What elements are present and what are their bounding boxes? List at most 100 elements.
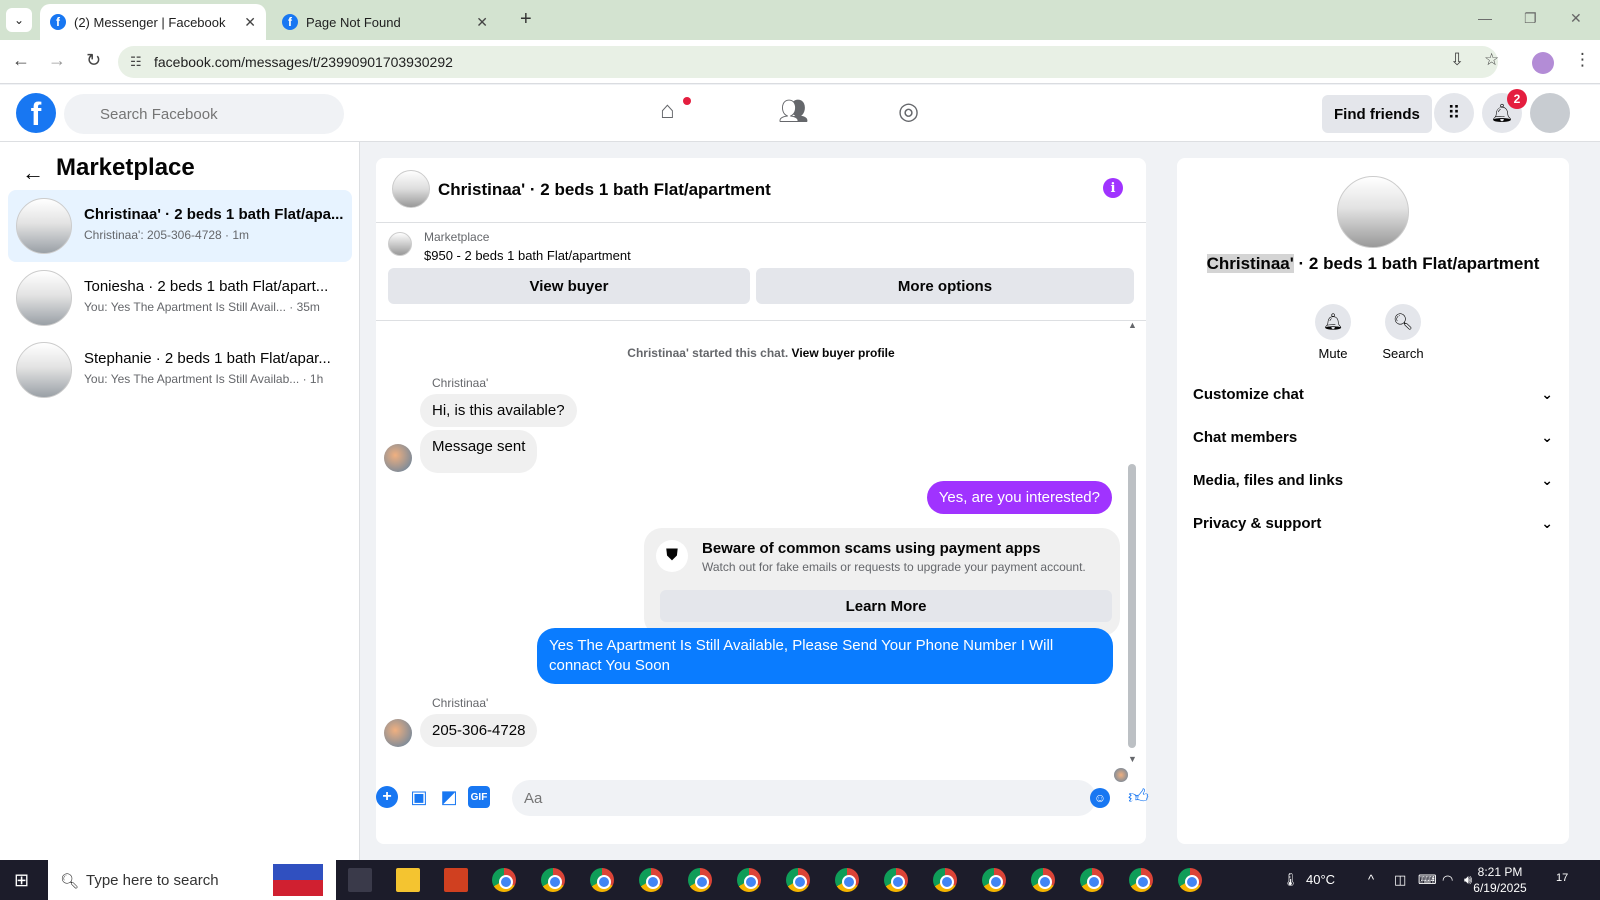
menu-grid-icon[interactable]: ⠿ <box>1434 93 1474 133</box>
language-icon[interactable]: ⌨︎ <box>1418 872 1437 888</box>
chevron-up-icon[interactable]: ^ <box>1368 872 1374 887</box>
weather-icon[interactable]: 🌡︎ <box>1282 872 1299 888</box>
facebook-favicon-icon: f <box>282 14 298 30</box>
view-buyer-profile-link[interactable]: View buyer profile <box>792 346 895 360</box>
back-arrow-icon[interactable]: ← <box>12 50 30 71</box>
gif-icon[interactable]: GIF <box>468 786 490 808</box>
listing-thumbnail <box>16 198 72 254</box>
mute-button[interactable]: 🔔︎ Mute <box>1303 304 1363 361</box>
conversation-item[interactable]: Christinaa' · 2 beds 1 bath Flat/apa... … <box>8 190 352 262</box>
view-buyer-button[interactable]: View buyer <box>388 268 750 304</box>
scroll-down-arrow-icon[interactable]: ▼ <box>1128 754 1137 764</box>
section-label: Chat members <box>1193 428 1298 446</box>
conversation-preview: You: Yes The Apartment Is Still Availab.… <box>84 372 324 386</box>
privacy-support-row[interactable]: Privacy & support ⌄ <box>1193 503 1553 543</box>
warning-subtitle: Watch out for fake emails or requests to… <box>702 560 1086 574</box>
listing-avatar[interactable] <box>1337 176 1409 248</box>
home-icon[interactable]: ⌂ <box>660 97 675 125</box>
customize-chat-row[interactable]: Customize chat ⌄ <box>1193 374 1553 414</box>
chrome-icon[interactable] <box>933 868 957 892</box>
app-icon[interactable] <box>444 868 468 892</box>
chat-members-row[interactable]: Chat members ⌄ <box>1193 417 1553 457</box>
plus-icon[interactable]: + <box>376 786 398 808</box>
facebook-logo-icon[interactable]: f <box>16 93 56 133</box>
sidebar-title: Marketplace <box>56 154 195 181</box>
notification-center-count[interactable]: 17 <box>1556 872 1568 884</box>
home-notification-dot <box>683 97 691 105</box>
wifi-icon[interactable]: ◠ <box>1442 872 1453 888</box>
chrome-icon[interactable] <box>639 868 663 892</box>
close-window-button[interactable]: ✕ <box>1570 10 1582 27</box>
temperature-text[interactable]: 40°C <box>1306 872 1335 887</box>
chrome-icon[interactable] <box>590 868 614 892</box>
restore-button[interactable]: ❐ <box>1524 10 1537 27</box>
close-tab-icon[interactable]: ✕ <box>244 14 256 31</box>
conversation-name: Christinaa' · 2 beds 1 bath Flat/apa... <box>84 206 344 223</box>
listing-thumbnail <box>16 270 72 326</box>
browser-toolbar: ← → ↻ ☷ facebook.com/messages/t/23990901… <box>0 40 1600 84</box>
learn-more-button[interactable]: Learn More <box>660 590 1112 622</box>
section-label: Media, files and links <box>1193 471 1344 489</box>
conversation-item[interactable]: Toniesha · 2 beds 1 bath Flat/apart... Y… <box>8 262 352 334</box>
chrome-icon[interactable] <box>688 868 712 892</box>
friends-icon[interactable]: 👥︎ <box>778 97 808 126</box>
file-explorer-icon[interactable] <box>396 868 420 892</box>
new-tab-button[interactable]: + <box>520 8 532 31</box>
chat-scrollbar[interactable] <box>1128 464 1136 748</box>
photo-icon[interactable]: ▣ <box>408 786 430 808</box>
thumbs-up-icon[interactable]: 👍︎ <box>1128 785 1149 809</box>
task-view-icon[interactable] <box>348 868 372 892</box>
address-bar[interactable]: ☷ facebook.com/messages/t/23990901703930… <box>118 46 1498 78</box>
tab-title: (2) Messenger | Facebook <box>74 14 226 30</box>
forward-arrow-icon[interactable]: → <box>48 50 66 71</box>
tab-search-button[interactable]: ⌄ <box>6 8 32 32</box>
chrome-profile-avatar[interactable] <box>1532 52 1554 74</box>
install-app-icon[interactable]: ⇩ <box>1450 50 1464 70</box>
chrome-icon[interactable] <box>1031 868 1055 892</box>
reload-icon[interactable]: ↻ <box>86 50 101 71</box>
conversation-item[interactable]: Stephanie · 2 beds 1 bath Flat/apar... Y… <box>8 334 352 406</box>
message-input[interactable] <box>512 780 1096 816</box>
scroll-up-arrow-icon[interactable]: ▲ <box>1128 320 1137 330</box>
system-clock[interactable]: 8:21 PM 6/19/2025 <box>1460 864 1540 896</box>
account-avatar[interactable] <box>1530 93 1570 133</box>
network-icon[interactable]: ◫ <box>1394 872 1406 888</box>
facebook-search-input[interactable] <box>64 94 344 134</box>
find-friends-button[interactable]: Find friends <box>1322 95 1432 133</box>
tab-page-not-found[interactable]: f Page Not Found ✕ <box>272 4 498 40</box>
conversation-name: Toniesha · 2 beds 1 bath Flat/apart... <box>84 278 329 295</box>
minimize-button[interactable]: — <box>1478 10 1492 26</box>
chrome-icon[interactable] <box>541 868 565 892</box>
chrome-icon[interactable] <box>1178 868 1202 892</box>
info-icon[interactable]: i <box>1103 178 1123 198</box>
sticker-icon[interactable]: ◩ <box>438 786 460 808</box>
chat-avatar[interactable] <box>392 170 430 208</box>
windows-start-icon[interactable]: ⊞ <box>14 870 29 891</box>
groups-icon[interactable]: ◎ <box>898 97 919 126</box>
chrome-menu-icon[interactable]: ⋮ <box>1574 50 1591 70</box>
media-files-links-row[interactable]: Media, files and links ⌄ <box>1193 460 1553 500</box>
tab-messenger[interactable]: f (2) Messenger | Facebook ✕ <box>40 4 266 40</box>
chat-title[interactable]: Christinaa' · 2 beds 1 bath Flat/apartme… <box>438 180 771 200</box>
bookmark-star-icon[interactable]: ☆ <box>1484 50 1499 70</box>
sender-avatar[interactable] <box>384 444 412 472</box>
chrome-icon[interactable] <box>982 868 1006 892</box>
sender-avatar[interactable] <box>384 719 412 747</box>
search-in-chat-button[interactable]: 🔍︎ Search <box>1373 304 1433 361</box>
emoji-icon[interactable]: ☺ <box>1090 788 1110 808</box>
facebook-header: f 🔍︎ ⌂ 👥︎ ◎ Find friends ⠿ 🔔︎ <box>0 85 1600 142</box>
more-options-button[interactable]: More options <box>756 268 1134 304</box>
chrome-icon[interactable] <box>737 868 761 892</box>
tab-title: Page Not Found <box>306 14 401 30</box>
sender-name: Christinaa' <box>432 696 489 710</box>
chrome-icon[interactable] <box>884 868 908 892</box>
site-settings-icon[interactable]: ☷ <box>130 54 142 70</box>
close-tab-icon[interactable]: ✕ <box>476 14 488 31</box>
chrome-icon[interactable] <box>786 868 810 892</box>
back-arrow-icon[interactable]: ← <box>22 160 44 186</box>
chrome-icon[interactable] <box>1129 868 1153 892</box>
chrome-icon[interactable] <box>1080 868 1104 892</box>
listing-title[interactable]: $950 - 2 beds 1 bath Flat/apartment <box>424 248 631 263</box>
chrome-icon[interactable] <box>492 868 516 892</box>
chrome-icon[interactable] <box>835 868 859 892</box>
